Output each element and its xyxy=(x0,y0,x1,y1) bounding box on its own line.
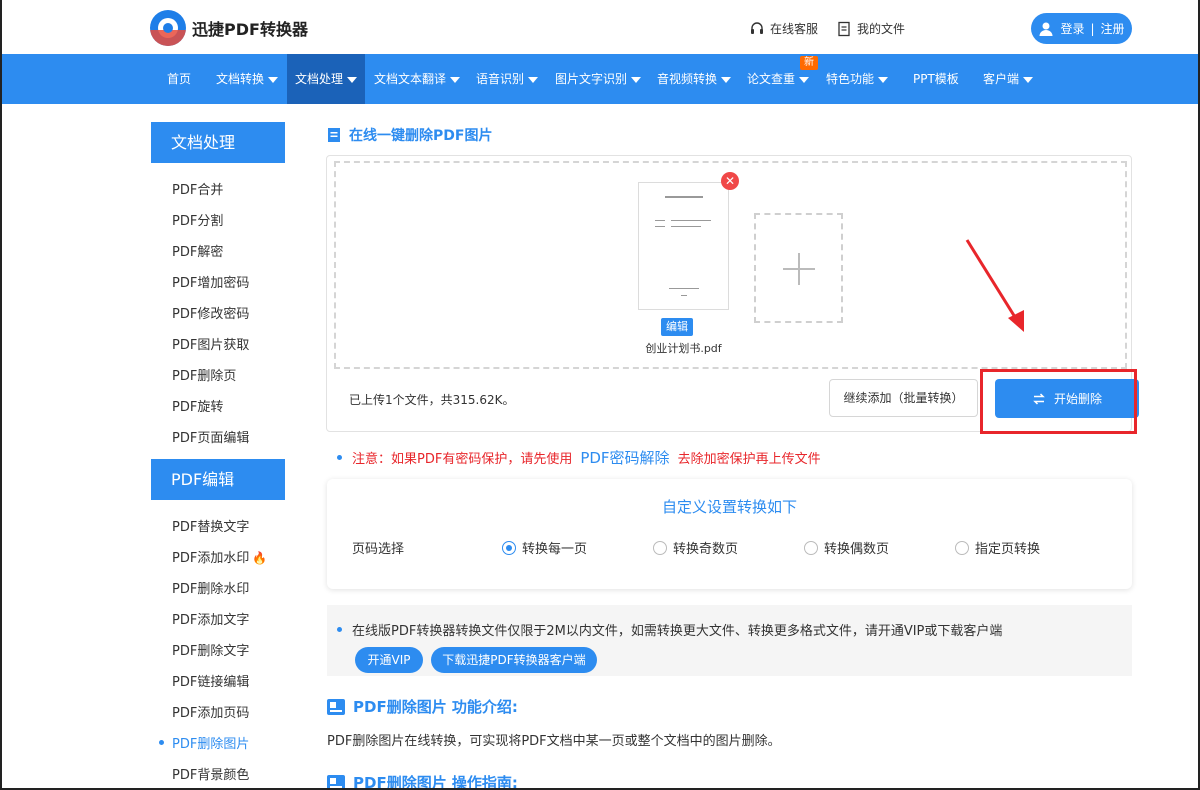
conversion-settings: 自定义设置转换如下 页码选择 转换每一页 转换奇数页 转换偶数页 指定页转换 xyxy=(327,479,1132,589)
chevron-down-icon xyxy=(347,76,358,83)
sidebar-item-pdf-merge[interactable]: PDF合并 xyxy=(172,179,223,198)
sidebar-item-pdf-extract-images[interactable]: PDF图片获取 xyxy=(172,334,249,353)
password-notice: 注意：如果PDF有密码保护，请先使用 PDF密码解除 去除加密保护再上传文件 xyxy=(337,447,821,468)
online-service-label: 在线客服 xyxy=(770,22,819,36)
sidebar-item-pdf-delete-images[interactable]: PDF删除图片 xyxy=(158,733,249,752)
settings-title: 自定义设置转换如下 xyxy=(661,498,797,516)
user-icon xyxy=(1039,22,1053,36)
nav-client[interactable]: 客户端 xyxy=(975,54,1041,104)
sidebar-item-pdf-decrypt[interactable]: PDF解密 xyxy=(172,241,223,260)
add-file-button[interactable] xyxy=(754,213,843,323)
pdf-thumbnail[interactable] xyxy=(638,182,729,310)
file-name: 创业计划书.pdf xyxy=(645,342,722,355)
nav-speech[interactable]: 语音识别 xyxy=(468,54,546,104)
radio-every-page[interactable]: 转换每一页 xyxy=(502,538,587,557)
chevron-down-icon xyxy=(799,76,810,83)
nav-doc-process[interactable]: 文档处理 xyxy=(287,54,366,104)
sidebar-group-doc-process: 文档处理 xyxy=(151,122,285,163)
sidebar-item-pdf-replace-text[interactable]: PDF替换文字 xyxy=(172,516,249,535)
chevron-down-icon xyxy=(721,76,732,83)
edit-file-button[interactable]: 编辑 xyxy=(661,318,693,336)
sidebar-item-pdf-add-text[interactable]: PDF添加文字 xyxy=(172,609,249,628)
upload-status: 已上传1个文件，共315.62K。 xyxy=(349,393,515,407)
nav-home[interactable]: 首页 xyxy=(159,54,199,104)
flame-icon: 🔥 xyxy=(252,551,268,565)
logo-text: 迅捷PDF转换器 xyxy=(192,20,308,39)
guide-title: PDF删除图片 操作指南: xyxy=(327,772,518,788)
login-register-button[interactable]: 登录 | 注册 xyxy=(1031,13,1132,44)
sidebar-item-pdf-change-password[interactable]: PDF修改密码 xyxy=(172,303,249,322)
page-frame: 迅捷PDF转换器 在线客服 我的文件 登录 | 注册 首页 文档转换 文档处理 文档… xyxy=(0,0,1200,790)
sidebar-item-pdf-split[interactable]: PDF分割 xyxy=(172,210,223,229)
vip-button[interactable]: 开通VIP xyxy=(355,647,423,673)
chevron-down-icon xyxy=(450,76,461,83)
nav-doc-convert[interactable]: 文档转换 xyxy=(208,54,286,104)
intro-text: PDF删除图片在线转换，可实现将PDF文档中某一页或整个文档中的图片删除。 xyxy=(327,734,781,749)
annotation-highlight-box xyxy=(980,369,1137,434)
sidebar-item-pdf-add-watermark[interactable]: PDF添加水印 🔥 xyxy=(172,547,267,566)
my-files-link[interactable]: 我的文件 xyxy=(836,20,905,37)
nav-av-convert[interactable]: 音视频转换 xyxy=(649,54,739,104)
size-limit-text: 在线版PDF转换器转换文件仅限于2M以内文件，如需转换更大文件、转换更多格式文件… xyxy=(337,620,1002,639)
sidebar-item-pdf-delete-text[interactable]: PDF删除文字 xyxy=(172,640,249,659)
login-label[interactable]: 登录 xyxy=(1060,20,1084,37)
headset-icon xyxy=(751,21,763,34)
annotation-arrow xyxy=(965,239,1024,332)
top-header: 迅捷PDF转换器 在线客服 我的文件 登录 | 注册 xyxy=(2,0,1198,54)
my-files-label: 我的文件 xyxy=(857,22,906,36)
pdf-password-remove-link[interactable]: PDF密码解除 xyxy=(580,447,669,468)
sidebar-item-pdf-add-page-number[interactable]: PDF添加页码 xyxy=(172,702,249,721)
sidebar-group-pdf-edit: PDF编辑 xyxy=(151,459,285,500)
register-label[interactable]: 注册 xyxy=(1101,20,1125,37)
remove-file-icon[interactable]: ✕ xyxy=(721,172,739,190)
document-icon xyxy=(328,128,340,142)
chevron-down-icon xyxy=(631,76,642,83)
chevron-down-icon xyxy=(268,76,279,83)
online-service-link[interactable]: 在线客服 xyxy=(749,20,818,37)
download-client-button[interactable]: 下载迅捷PDF转换器客户端 xyxy=(431,647,597,673)
size-limit-box: 在线版PDF转换器转换文件仅限于2M以内文件，如需转换更大文件、转换更多格式文件… xyxy=(327,605,1132,676)
guide-icon xyxy=(327,774,345,788)
page-title: 在线一键删除PDF图片 xyxy=(327,125,492,145)
page-selection-label: 页码选择 xyxy=(352,542,405,557)
radio-specified-pages[interactable]: 指定页转换 xyxy=(955,538,1040,557)
chevron-down-icon xyxy=(878,76,889,83)
main-nav: 首页 文档转换 文档处理 文档文本翻译 语音识别 图片文字识别 音视频转换 论文… xyxy=(2,54,1198,104)
intro-icon xyxy=(327,698,345,715)
continue-add-button[interactable]: 继续添加（批量转换） xyxy=(829,379,978,417)
sidebar-item-pdf-delete-page[interactable]: PDF删除页 xyxy=(172,365,236,384)
radio-even-pages[interactable]: 转换偶数页 xyxy=(804,538,889,557)
chevron-down-icon xyxy=(528,76,539,83)
document-icon xyxy=(838,21,850,36)
sidebar-item-pdf-remove-watermark[interactable]: PDF删除水印 xyxy=(172,578,249,597)
radio-odd-pages[interactable]: 转换奇数页 xyxy=(653,538,738,557)
logo-icon xyxy=(150,10,186,46)
nav-ppt[interactable]: PPT模板 xyxy=(905,54,967,104)
sidebar-item-pdf-rotate[interactable]: PDF旋转 xyxy=(172,396,223,415)
sidebar-item-pdf-page-edit[interactable]: PDF页面编辑 xyxy=(172,427,249,446)
nav-translate[interactable]: 文档文本翻译 xyxy=(366,54,468,104)
nav-features[interactable]: 特色功能 xyxy=(818,54,896,104)
sidebar-item-pdf-add-password[interactable]: PDF增加密码 xyxy=(172,272,249,291)
site-logo[interactable]: 迅捷PDF转换器 xyxy=(150,10,308,46)
new-badge: 新 xyxy=(800,56,818,70)
intro-title: PDF删除图片 功能介绍: xyxy=(327,696,518,717)
chevron-down-icon xyxy=(1023,76,1034,83)
sidebar-item-pdf-link-edit[interactable]: PDF链接编辑 xyxy=(172,671,249,690)
sidebar-item-pdf-background-color[interactable]: PDF背景颜色 xyxy=(172,764,249,783)
nav-ocr[interactable]: 图片文字识别 xyxy=(547,54,649,104)
